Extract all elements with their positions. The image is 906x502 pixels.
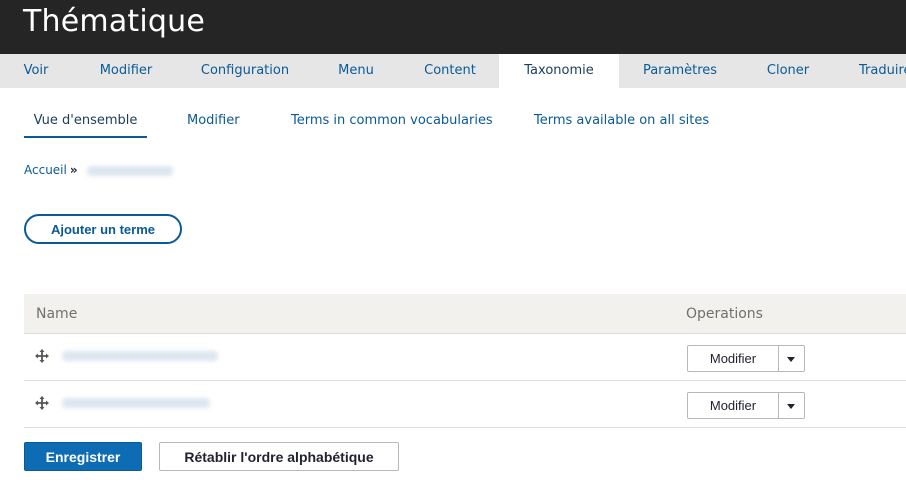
tab-cloner[interactable]: Cloner (741, 54, 835, 88)
chevron-down-icon (787, 404, 795, 409)
save-button[interactable]: Enregistrer (24, 442, 142, 471)
table-row: Modifier (24, 334, 906, 381)
breadcrumb-redacted-item[interactable] (87, 165, 174, 176)
drag-handle-icon[interactable] (34, 348, 50, 364)
edit-term-button[interactable]: Modifier (687, 392, 779, 419)
tab-traduire[interactable]: Traduire (835, 54, 906, 88)
reset-alphabetical-button[interactable]: Rétablir l'ordre alphabétique (159, 442, 399, 471)
tab-parametres[interactable]: Paramètres (619, 54, 741, 88)
subtab-terms-all-sites[interactable]: Terms available on all sites (534, 104, 709, 138)
subtab-terms-common-vocabularies[interactable]: Terms in common vocabularies (291, 104, 493, 138)
tab-configuration[interactable]: Configuration (180, 54, 310, 88)
tab-voir[interactable]: Voir (0, 54, 72, 88)
primary-tabs: Voir Modifier Configuration Menu Content… (0, 54, 906, 88)
term-name-redacted[interactable] (62, 398, 210, 408)
tab-taxonomie[interactable]: Taxonomie (499, 54, 619, 88)
breadcrumb: Accueil» (24, 163, 174, 177)
secondary-tabs: Vue d'ensemble Modifier Terms in common … (0, 104, 906, 140)
breadcrumb-separator: » (69, 163, 78, 177)
tab-menu[interactable]: Menu (310, 54, 402, 88)
add-term-button[interactable]: Ajouter un terme (24, 214, 182, 244)
column-header-operations: Operations (686, 306, 763, 322)
operations-toggle-button[interactable] (779, 392, 805, 419)
chevron-down-icon (787, 357, 795, 362)
tab-content[interactable]: Content (402, 54, 498, 88)
drag-handle-icon[interactable] (34, 395, 50, 411)
edit-term-button[interactable]: Modifier (687, 345, 779, 372)
subtab-modifier[interactable]: Modifier (187, 104, 240, 138)
column-header-name: Name (36, 306, 78, 322)
terms-table: Name Operations Modifier Modifier (24, 294, 906, 428)
term-name-redacted[interactable] (62, 351, 218, 361)
page-header: Thématique (0, 0, 906, 54)
operations-dropbutton: Modifier (687, 345, 805, 372)
table-row: Modifier (24, 381, 906, 428)
operations-dropbutton: Modifier (687, 392, 805, 419)
table-header: Name Operations (24, 294, 906, 334)
tab-modifier[interactable]: Modifier (72, 54, 180, 88)
operations-toggle-button[interactable] (779, 345, 805, 372)
breadcrumb-home-link[interactable]: Accueil (24, 163, 67, 177)
subtab-vue-ensemble[interactable]: Vue d'ensemble (24, 104, 147, 138)
page-title: Thématique (23, 4, 206, 39)
